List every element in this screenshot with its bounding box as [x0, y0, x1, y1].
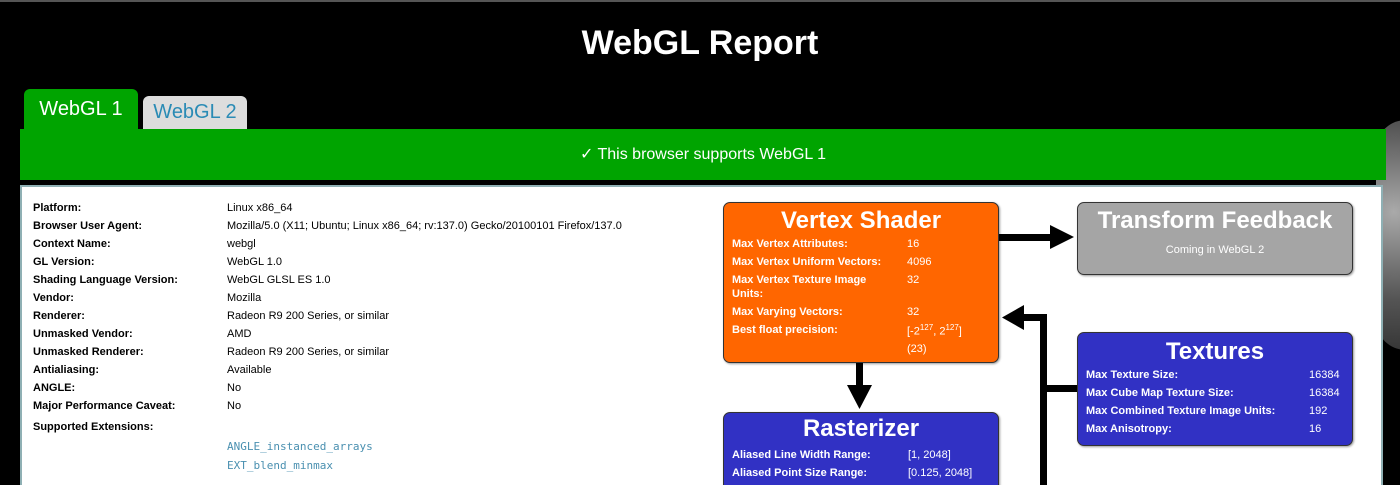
vs-row-value: 16 [907, 238, 920, 250]
vs-row-key: Max Varying Vectors: [732, 306, 843, 318]
vs-row-value: 32 [907, 274, 920, 286]
precision-part: ] [958, 325, 962, 338]
vs-row-key-continued: Units: [732, 288, 764, 300]
tex-row-value: 16 [1309, 423, 1322, 435]
transform-feedback-subtitle: Coming in WebGL 2 [1165, 244, 1265, 256]
arrow-shaft [1040, 314, 1047, 485]
vertex-shader-box: Vertex Shader Max Vertex Attributes: 16 … [723, 202, 999, 363]
vs-precision-bits: (23) [907, 343, 927, 355]
tex-row-value: 16384 [1309, 387, 1340, 399]
precision-exponent: 127 [945, 323, 959, 332]
vs-row-key: Max Vertex Uniform Vectors: [732, 256, 882, 268]
ras-row-value: [0.125, 2048] [908, 467, 973, 479]
precision-part: [-2 [907, 325, 920, 338]
tab-webgl-1[interactable]: WebGL 1 [24, 89, 138, 131]
arrow-head [847, 385, 872, 409]
vertex-shader-title: Vertex Shader [780, 207, 942, 234]
vs-row-key: Best float precision: [732, 324, 838, 336]
tex-row-key: Max Cube Map Texture Size: [1086, 387, 1234, 399]
vs-row-value: 32 [907, 306, 920, 318]
transform-feedback-box: Transform Feedback Coming in WebGL 2 [1077, 202, 1353, 275]
precision-exponent: 127 [919, 323, 934, 332]
precision-part: , 2 [933, 325, 946, 338]
vs-row-value: 4096 [907, 256, 932, 268]
ras-row-key: Aliased Point Size Range: [732, 467, 868, 479]
arrow-head [1050, 225, 1074, 249]
ras-row-value: [1, 2048] [908, 449, 951, 461]
tex-row-key: Max Texture Size: [1086, 369, 1179, 381]
arrow-shaft [999, 234, 1052, 241]
arrow-shaft [856, 363, 863, 387]
ras-row-key: Aliased Line Width Range: [732, 449, 871, 461]
tex-row-key: Max Anisotropy: [1086, 423, 1172, 435]
rasterizer-title: Rasterizer [802, 415, 920, 442]
tab-webgl-2[interactable]: WebGL 2 [143, 96, 247, 131]
rasterizer-box: Rasterizer Aliased Line Width Range: [1,… [723, 412, 999, 485]
textures-box: Textures Max Texture Size: 16384 Max Cub… [1077, 332, 1353, 446]
tex-row-value: 16384 [1309, 369, 1340, 381]
window-top-border [0, 0, 1400, 2]
transform-feedback-title: Transform Feedback [1097, 207, 1333, 234]
textures-title: Textures [1165, 338, 1265, 365]
page-title: WebGL Report [581, 24, 819, 62]
vs-row-key: Max Vertex Attributes: [732, 238, 848, 250]
vs-precision-value: [-2127, 2127] [907, 323, 962, 338]
tex-row-value: 192 [1309, 405, 1328, 417]
arrow-head [1002, 305, 1024, 330]
vs-row-key: Max Vertex Texture Image [732, 274, 867, 286]
support-banner: ✓ This browser supports WebGL 1 [20, 129, 1386, 180]
report-panel: Platform: Linux x86_64 Browser User Agent… [20, 185, 1383, 485]
arrow-shaft [1022, 314, 1047, 321]
tex-row-key: Max Combined Texture Image Units: [1086, 405, 1276, 417]
